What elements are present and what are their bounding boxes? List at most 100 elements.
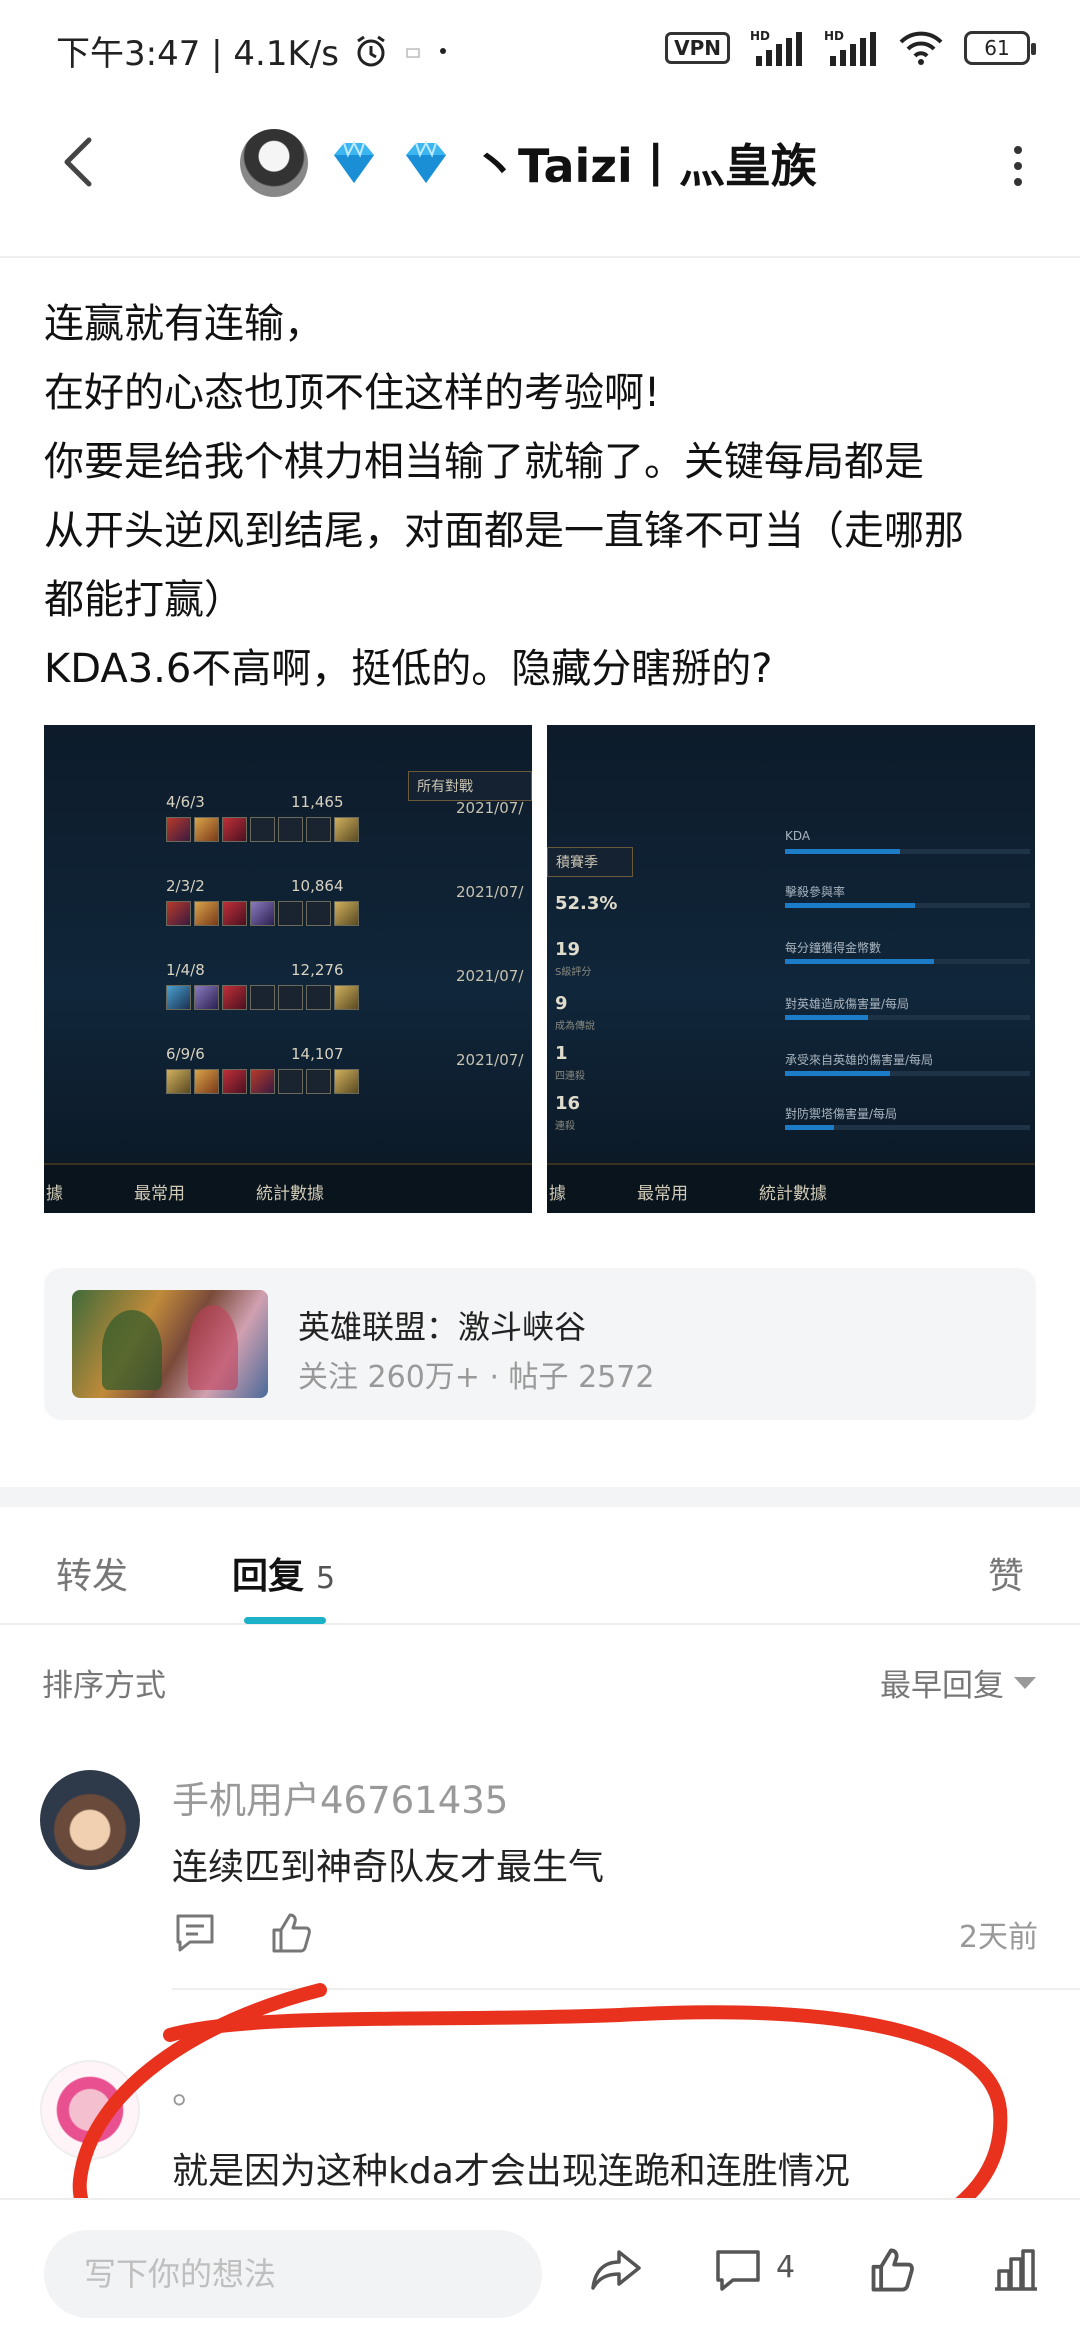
author-info[interactable]: 丶Taizi丨灬皇族 [240,118,840,208]
match-history-screenshot[interactable]: 所有對戰 4/6/3 11,465 2021/07/ 2/3/2 10,864 … [44,725,532,1213]
thumb-up-icon [871,2248,914,2292]
community-name: 英雄联盟：激斗峡谷 [298,1308,587,1346]
like-button[interactable] [862,2240,922,2300]
status-right: VPN HD HD 61 [665,28,1036,68]
diamond-icon [334,140,374,183]
share-button[interactable] [586,2240,646,2300]
game-tab: 最常用 [637,1184,688,1204]
match-gold: 14,107 [291,1045,344,1063]
comment-count: 4 [776,2250,796,2285]
thumb-up-icon[interactable] [268,1910,314,1956]
sort-dropdown[interactable]: 最早回复 [880,1660,1036,1705]
stat-value: 52.3% [555,893,618,914]
post-images: 所有對戰 4/6/3 11,465 2021/07/ 2/3/2 10,864 … [44,725,1036,1213]
match-date: 2021/07/ [456,883,524,901]
item-slots [166,817,359,842]
share-icon [591,2250,641,2290]
interaction-tabs: 转发 回复 5 赞 [0,1507,1080,1625]
vpn-badge: VPN [665,32,730,64]
community-cover-image [72,1290,268,1398]
match-row: 2/3/2 10,864 2021/07/ [166,877,526,937]
stat-bar-label: KDA [785,829,811,843]
stat-bar-fill [785,959,935,964]
dot [1014,178,1022,186]
game-tab: 據 [549,1184,566,1204]
reply-divider [172,1988,1080,1990]
game-tab: 據 [46,1184,63,1204]
match-date: 2021/07/ [456,967,524,985]
post-header: 丶Taizi丨灬皇族 [0,100,1080,258]
user-avatar[interactable] [40,2060,140,2160]
stat-label: 連殺 [555,1121,575,1132]
sort-value: 最早回复 [880,1668,1004,1704]
match-row: 1/4/8 12,276 2021/07/ [166,961,526,1021]
stat-bar [785,1071,1030,1076]
stat-bar [785,959,1030,964]
wifi-icon [899,31,943,65]
tab-reply[interactable]: 回复 5 [232,1547,335,1599]
stat-label: 四連殺 [555,1071,585,1082]
post-line: 都能打赢） [44,577,244,623]
sort-row: 排序方式 最早回复 [0,1660,1080,1710]
post-line: KDA3.6不高啊，挺低的。隐藏分瞎掰的? [44,646,773,692]
reply-username[interactable]: 手机用户46761435 [172,1770,508,1824]
reply-item: 。 就是因为这种kda才会出现连跪和连胜情况 [0,2060,1080,2200]
stat-value: 1 [555,1043,568,1064]
tab-forward[interactable]: 转发 [56,1547,128,1599]
stat-bar-fill [785,903,915,908]
stat-bar [785,1015,1030,1020]
reply-username[interactable]: 。 [172,2060,209,2114]
item-slots [166,985,359,1010]
stat-bar [785,849,1030,854]
match-row: 6/9/6 14,107 2021/07/ [166,1045,526,1105]
match-kda: 1/4/8 [166,961,205,979]
section-divider [0,1487,1080,1507]
author-avatar[interactable] [240,129,308,197]
status-bar: 下午3:47 | 4.1K/s VPN HD HD 61 [0,0,1080,100]
post-body: 连赢就有连输， 在好的心态也顶不住这样的考验啊! 你要是给我个棋力相当输了就输了… [44,290,1044,704]
battery-indicator: 61 [964,31,1036,65]
match-gold: 12,276 [291,961,344,979]
more-options-button[interactable] [988,126,1048,206]
item-slots [166,901,359,926]
game-tab-bar: 據 最常用 統計數據 [547,1163,1035,1213]
post-line: 连赢就有连输， [44,301,324,347]
match-gold: 11,465 [291,793,344,811]
tab-like[interactable]: 赞 [988,1547,1024,1599]
sort-label: 排序方式 [42,1668,166,1704]
svg-text:HD: HD [750,29,770,43]
comment-icon [716,2250,760,2291]
season-filter: 積賽季 [547,847,633,877]
stat-bar-label: 每分鐘獲得金幣數 [785,941,882,955]
signal-icon: HD [750,29,802,66]
back-button[interactable] [38,122,118,202]
match-gold: 10,864 [291,877,344,895]
comment-icon[interactable] [172,1910,218,1956]
comment-input[interactable] [44,2230,542,2318]
status-left: 下午3:47 | 4.1K/s [56,26,449,75]
stats-screenshot[interactable]: 積賽季 52.3% 19 S級評分 9 成為傳說 1 四連殺 16 連殺 KDA… [547,725,1035,1213]
match-date: 2021/07/ [456,799,524,817]
match-kda: 4/6/3 [166,793,205,811]
stat-bar-label: 對防禦塔傷害量/每局 [785,1107,898,1121]
reply-item: 手机用户46761435 连续匹到神奇队友才最生气 2天前 [0,1770,1080,2020]
author-name[interactable]: 丶Taizi丨灬皇族 [472,130,817,196]
community-card[interactable]: 英雄联盟：激斗峡谷 关注 260万+ · 帖子 2572 [44,1268,1036,1420]
game-tab-bar: 據 最常用 統計數據 [44,1163,532,1213]
svg-text:HD: HD [824,29,844,43]
comment-button[interactable] [708,2240,768,2300]
game-tab: 統計數據 [759,1184,827,1204]
reply-actions [172,1910,314,1960]
stat-bar-fill [785,1071,891,1076]
caret-down-icon [1014,1676,1036,1689]
alarm-icon [357,35,385,66]
stats-button[interactable] [986,2240,1046,2300]
user-avatar[interactable] [40,1770,140,1870]
stat-bar-fill [785,1125,834,1130]
stat-label: 成為傳說 [555,1021,595,1032]
match-kda: 6/9/6 [166,1045,205,1063]
stat-bar-label: 對英雄造成傷害量/每局 [785,997,910,1011]
chevron-left-icon [64,137,92,187]
stat-bar [785,903,1030,908]
bottom-action-bar: 4 [0,2198,1080,2340]
